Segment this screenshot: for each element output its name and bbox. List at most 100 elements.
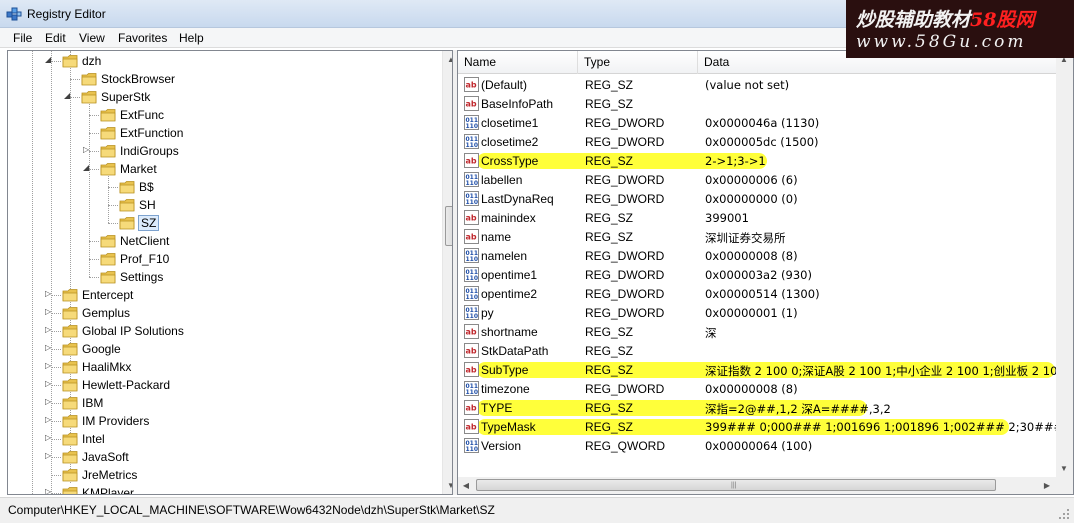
tree-item-label: ExtFunc [120, 108, 165, 122]
tree-item-sh[interactable]: SH [8, 196, 438, 214]
tree-item-stockbrowser[interactable]: StockBrowser [8, 70, 438, 88]
collapsed-arrow-icon[interactable]: ▷ [45, 451, 51, 460]
svg-text:110: 110 [466, 123, 479, 130]
scroll-down-icon[interactable]: ▼ [443, 477, 452, 494]
value-row[interactable]: ab TYPE REG_SZ 深指=2@##,1,2 深A=####,3,2 [458, 398, 1056, 417]
menu-view[interactable]: View [79, 31, 105, 45]
tree-item-superstk[interactable]: ◢ SuperStk [8, 88, 438, 106]
binary-value-icon: 011 110 [464, 381, 479, 396]
collapsed-arrow-icon[interactable]: ▷ [45, 307, 51, 316]
value-row[interactable]: ab mainindex REG_SZ 399001 [458, 208, 1056, 227]
tree-item-dzh[interactable]: ◢ dzh [8, 52, 438, 70]
column-header-type[interactable]: Type [578, 51, 698, 74]
value-row[interactable]: ab StkDataPath REG_SZ [458, 341, 1056, 360]
value-row[interactable]: 011 110 LastDynaReq REG_DWORD 0x00000000 (0) [458, 189, 1056, 208]
tree-item-b-[interactable]: B$ [8, 178, 438, 196]
list-horizontal-scrollbar[interactable]: ◀ ||| ▶ [458, 477, 1056, 494]
tree-item-global-ip-solutions[interactable]: ▷ Global IP Solutions [8, 322, 438, 340]
value-row[interactable]: ab TypeMask REG_SZ 399### 0;000### 1;001696… [458, 417, 1073, 436]
collapsed-arrow-icon[interactable]: ▷ [45, 343, 51, 352]
collapsed-arrow-icon[interactable]: ▷ [45, 325, 51, 334]
column-header-name[interactable]: Name [458, 51, 578, 74]
value-row[interactable]: 011 110 namelen REG_DWORD 0x00000008 (8) [458, 246, 1056, 265]
tree-item-settings[interactable]: Settings [8, 268, 438, 286]
list-hscroll-thumb[interactable]: ||| [476, 479, 996, 491]
tree-item-entercept[interactable]: ▷ Entercept [8, 286, 438, 304]
tree-item-jremetrics[interactable]: JreMetrics [8, 466, 438, 484]
tree-item-label: JavaSoft [82, 450, 129, 464]
folder-icon [62, 288, 78, 302]
value-row[interactable]: 011 110 Version REG_QWORD 0x00000064 (100) [458, 436, 1056, 455]
folder-icon [119, 180, 135, 194]
value-row[interactable]: 011 110 py REG_DWORD 0x00000001 (1) [458, 303, 1056, 322]
value-row[interactable]: 011 110 labellen REG_DWORD 0x00000006 (6) [458, 170, 1056, 189]
collapsed-arrow-icon[interactable]: ▷ [83, 145, 89, 154]
tree-item-ibm[interactable]: ▷ IBM [8, 394, 438, 412]
tree-item-javasoft[interactable]: ▷ JavaSoft [8, 448, 438, 466]
value-row[interactable]: ab name REG_SZ 深圳证券交易所 [458, 227, 1056, 246]
value-row[interactable]: ab CrossType REG_SZ 2->1;3->1 [458, 151, 1056, 170]
tree-item-im-providers[interactable]: ▷ IM Providers [8, 412, 438, 430]
tree-item-extfunc[interactable]: ExtFunc [8, 106, 438, 124]
menu-favorites[interactable]: Favorites [118, 31, 167, 45]
value-row[interactable]: 011 110 closetime2 REG_DWORD 0x000005dc (150… [458, 132, 1056, 151]
value-data: 0x000003a2 (930) [705, 268, 812, 282]
collapsed-arrow-icon[interactable]: ▷ [45, 289, 51, 298]
tree-item-haalimkx[interactable]: ▷ HaaliMkx [8, 358, 438, 376]
tree-item-prof-f10[interactable]: Prof_F10 [8, 250, 438, 268]
collapsed-arrow-icon[interactable]: ▷ [45, 361, 51, 370]
value-row[interactable]: 011 110 opentime1 REG_DWORD 0x000003a2 (930) [458, 265, 1056, 284]
value-name: opentime2 [481, 287, 538, 301]
tree-item-indigroups[interactable]: ▷ IndiGroups [8, 142, 438, 160]
list-vertical-scrollbar[interactable]: ▲ ▼ [1056, 51, 1073, 477]
value-data: 0x00000001 (1) [705, 306, 798, 320]
menu-file[interactable]: File [13, 31, 32, 45]
tree-vertical-scrollbar[interactable]: ▲ ▼ [442, 51, 452, 494]
tree-item-hewlett-packard[interactable]: ▷ Hewlett-Packard [8, 376, 438, 394]
collapsed-arrow-icon[interactable]: ▷ [45, 487, 51, 494]
value-row[interactable]: 011 110 closetime1 REG_DWORD 0x0000046a (113… [458, 113, 1056, 132]
scroll-up-icon[interactable]: ▲ [443, 51, 452, 68]
value-name: closetime2 [481, 135, 539, 149]
expanded-arrow-icon[interactable]: ◢ [64, 91, 70, 100]
key-tree[interactable]: ◢ dzh StockBrowser ◢ SuperStk ExtFunc ExtFunct… [7, 50, 453, 495]
scroll-down-icon[interactable]: ▼ [1056, 460, 1072, 477]
values-list[interactable]: Name Type Data ab (Default) REG_SZ (value n… [457, 50, 1074, 495]
value-row[interactable]: 011 110 timezone REG_DWORD 0x00000008 (8) [458, 379, 1056, 398]
value-row[interactable]: ab (Default) REG_SZ (value not set) [458, 75, 1056, 94]
tree-scroll-thumb[interactable] [445, 206, 452, 246]
tree-item-label: Market [120, 162, 157, 176]
scroll-right-icon[interactable]: ▶ [1039, 477, 1055, 494]
string-value-icon: ab [464, 400, 479, 415]
expanded-arrow-icon[interactable]: ◢ [83, 163, 89, 172]
collapsed-arrow-icon[interactable]: ▷ [45, 433, 51, 442]
value-name: closetime1 [481, 116, 539, 130]
tree-item-netclient[interactable]: NetClient [8, 232, 438, 250]
tree-item-google[interactable]: ▷ Google [8, 340, 438, 358]
folder-icon [62, 486, 78, 494]
value-row[interactable]: 011 110 opentime2 REG_DWORD 0x00000514 (1300… [458, 284, 1056, 303]
tree-item-label: HaaliMkx [82, 360, 132, 374]
tree-item-sz[interactable]: SZ [8, 214, 438, 232]
svg-text:110: 110 [466, 389, 479, 396]
scroll-left-icon[interactable]: ◀ [458, 477, 474, 494]
tree-item-intel[interactable]: ▷ Intel [8, 430, 438, 448]
collapsed-arrow-icon[interactable]: ▷ [45, 397, 51, 406]
tree-item-market[interactable]: ◢ Market [8, 160, 438, 178]
window-title: Registry Editor [27, 7, 106, 21]
value-row[interactable]: ab SubType REG_SZ 深证指数 2 100 0;深证A股 2 100 1… [458, 360, 1073, 379]
tree-item-extfunction[interactable]: ExtFunction [8, 124, 438, 142]
value-row[interactable]: ab BaseInfoPath REG_SZ [458, 94, 1056, 113]
value-name: labellen [481, 173, 523, 187]
expanded-arrow-icon[interactable]: ◢ [45, 55, 51, 64]
string-value-icon: ab [464, 96, 479, 111]
tree-item-kmplayer[interactable]: ▷ KMPlayer [8, 484, 438, 494]
collapsed-arrow-icon[interactable]: ▷ [45, 379, 51, 388]
menu-edit[interactable]: Edit [45, 31, 66, 45]
value-row[interactable]: ab shortname REG_SZ 深 [458, 322, 1056, 341]
collapsed-arrow-icon[interactable]: ▷ [45, 415, 51, 424]
menu-help[interactable]: Help [179, 31, 204, 45]
resize-grip-icon[interactable] [1058, 508, 1070, 520]
tree-item-label: NetClient [120, 234, 170, 248]
tree-item-gemplus[interactable]: ▷ Gemplus [8, 304, 438, 322]
